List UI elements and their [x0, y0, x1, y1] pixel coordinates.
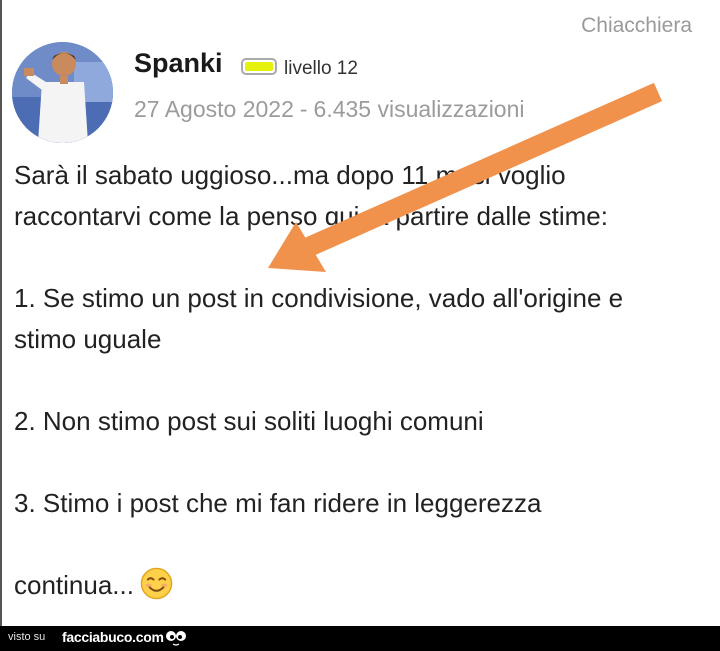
- continue-text: continua...: [14, 570, 134, 600]
- post-text: Sarà il sabato uggioso...ma dopo 11 mesi…: [14, 155, 714, 606]
- footer-visto-su: visto su: [8, 631, 46, 643]
- list-item: 1. Se stimo un post in condivisione, vad…: [14, 283, 624, 313]
- post-date: 27 Agosto 2022: [134, 96, 294, 122]
- smiling-face-icon: [140, 567, 173, 600]
- eyes-logo-icon: [166, 631, 186, 646]
- post-card: Chiacchiera Spanki livello 12 27 Agosto …: [0, 0, 720, 626]
- footer-bar: visto su facciabuco.com: [0, 626, 720, 651]
- post-line: Sarà il sabato uggioso...ma dopo 11 mesi…: [14, 160, 566, 190]
- author-level: livello 12: [284, 58, 358, 79]
- avatar[interactable]: [12, 42, 113, 143]
- footer-brand[interactable]: facciabuco.com: [62, 629, 164, 645]
- list-item: 2. Non stimo post sui soliti luoghi comu…: [14, 406, 484, 436]
- post-continue: continua...: [14, 565, 714, 606]
- list-item: 3. Stimo i post che mi fan ridere in leg…: [14, 488, 542, 518]
- author-name[interactable]: Spanki: [134, 48, 223, 79]
- level-badge-icon: [241, 58, 277, 75]
- post-meta: 27 Agosto 2022-6.435 visualizzazioni: [134, 96, 525, 123]
- post-line: raccontarvi come la penso qui, a partire…: [14, 201, 608, 231]
- post-views: 6.435 visualizzazioni: [313, 96, 525, 122]
- list-item: stimo uguale: [14, 324, 162, 354]
- post-category[interactable]: Chiacchiera: [581, 14, 692, 38]
- meta-separator: -: [299, 96, 308, 122]
